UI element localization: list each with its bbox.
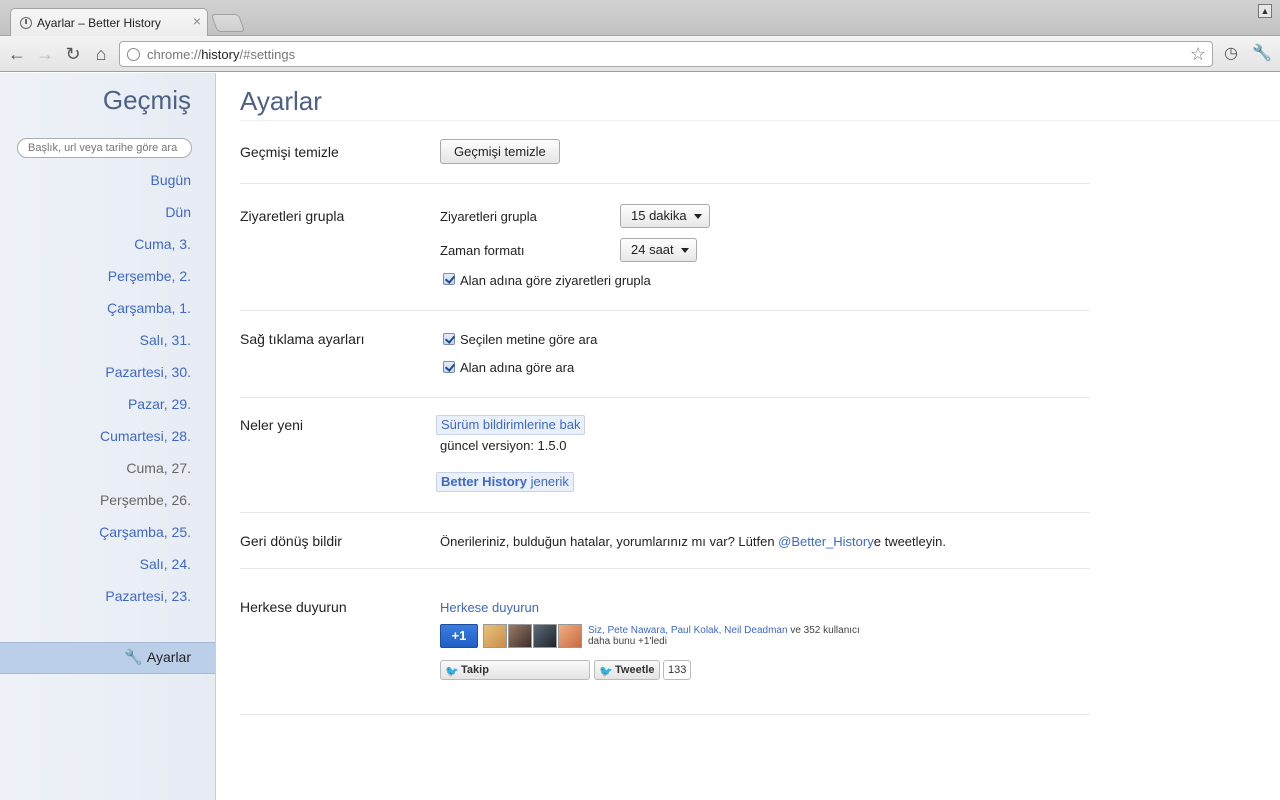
release-notes-button[interactable]: Sürüm bildirimlerine bak [436, 415, 586, 435]
tab-strip: Ayarlar – Better History × ▲ [0, 0, 1280, 37]
forward-arrow-icon[interactable]: → [34, 43, 56, 65]
section-share: Herkese duyurun Herkese duyurun +1 Siz, … [240, 569, 1090, 715]
clock-icon [20, 17, 32, 29]
section-right-click: Sağ tıklama ayarları Seçilen metine göre… [240, 311, 1090, 398]
wrench-icon: 🔧 [124, 649, 143, 666]
feedback-text: Önerileriniz, bulduğun hatalar, yorumlar… [440, 534, 946, 549]
section-label: Neler yeni [240, 417, 304, 433]
section-label: Herkese duyurun [240, 599, 347, 615]
wrench-icon[interactable]: 🔧 [1252, 44, 1272, 64]
plus-one-count-text: daha bunu +1'ledi [588, 636, 667, 647]
avatar [558, 624, 582, 648]
new-tab-button[interactable] [210, 14, 246, 32]
sidebar-day-item[interactable]: Perşembe, 26. [99, 489, 191, 521]
section-label: Ziyaretleri grupla [240, 208, 345, 224]
browser-toolbar: ← → ↻ ⌂ chrome://history/#settings ☆ ◷ 🔧 [0, 36, 1280, 72]
sidebar-day-item[interactable]: Perşembe, 2. [99, 265, 191, 297]
twitter-bird-icon: 🐦 [445, 666, 459, 678]
bookmark-star-icon[interactable]: ☆ [1190, 44, 1206, 65]
back-arrow-icon[interactable]: ← [6, 43, 28, 65]
sidebar-day-item[interactable]: Dün [99, 201, 191, 233]
twitter-handle-link[interactable]: @Better_History [778, 534, 874, 549]
sidebar-day-item[interactable]: Cuma, 27. [99, 457, 191, 489]
sidebar: Geçmiş BugünDünCuma, 3.Perşembe, 2.Çarşa… [0, 73, 216, 800]
search-input[interactable] [17, 138, 192, 158]
tab-title: Ayarlar – Better History [37, 16, 161, 30]
section-group-visits: Ziyaretleri grupla Ziyaretleri grupla 15… [240, 184, 1090, 311]
group-by-domain-label: Alan adına göre ziyaretleri grupla [460, 273, 651, 288]
group-by-domain-checkbox[interactable] [443, 273, 455, 285]
time-format-select[interactable]: 24 saat [620, 238, 697, 262]
sidebar-day-item[interactable]: Pazartesi, 23. [99, 585, 191, 617]
sidebar-day-list: Bugün Dün Cuma, 3. Perşembe, 2. Çarşamba, 1.… [99, 169, 191, 617]
section-feedback: Geri dönüş bildir Önerileriniz, bulduğun… [240, 513, 1090, 569]
section-label: Sağ tıklama ayarları [240, 331, 365, 347]
version-text: güncel versiyon: 1.5.0 [440, 438, 567, 453]
section-whats-new: Neler yeni Sürüm bildirimlerine bak günc… [240, 398, 1090, 513]
sidebar-item-label: Ayarlar [146, 649, 191, 665]
section-label: Geri dönüş bildir [240, 533, 342, 549]
page-title: Ayarlar [240, 86, 322, 116]
credits-button[interactable]: Better History jenerik [436, 472, 574, 492]
twitter-bird-icon: 🐦 [599, 666, 613, 678]
close-tab-icon[interactable]: × [193, 14, 201, 28]
section-label: Geçmişi temizle [240, 144, 339, 160]
browser-tab[interactable]: Ayarlar – Better History × [10, 8, 208, 37]
share-link[interactable]: Herkese duyurun [440, 600, 539, 615]
sidebar-title: Geçmiş [102, 85, 191, 115]
sidebar-day-item[interactable]: Salı, 31. [99, 329, 191, 361]
sidebar-item-settings[interactable]: 🔧 Ayarlar [0, 642, 215, 674]
search-selected-text-label: Seçilen metine göre ara [460, 332, 598, 347]
sidebar-day-item[interactable]: Çarşamba, 25. [99, 521, 191, 553]
address-bar[interactable]: chrome://history/#settings ☆ [119, 41, 1213, 67]
sidebar-day-item[interactable]: Çarşamba, 1. [99, 297, 191, 329]
reload-icon[interactable]: ↻ [62, 43, 84, 65]
window-resize-icon[interactable]: ▲ [1258, 4, 1272, 18]
sidebar-day-item[interactable]: Cumartesi, 28. [99, 425, 191, 457]
sidebar-day-item[interactable]: Cuma, 3. [99, 233, 191, 265]
avatar [483, 624, 507, 648]
group-visits-select[interactable]: 15 dakika [620, 204, 710, 228]
history-clock-icon[interactable]: ◷ [1221, 44, 1241, 64]
url-text: chrome://history/#settings [147, 47, 296, 62]
home-icon[interactable]: ⌂ [90, 43, 112, 65]
sidebar-day-item[interactable]: Pazartesi, 30. [99, 361, 191, 393]
globe-icon [127, 48, 140, 61]
tweet-count: 133 [663, 660, 692, 680]
sidebar-day-item[interactable]: Pazar, 29. [99, 393, 191, 425]
avatar [533, 624, 557, 648]
twitter-follow-button[interactable]: 🐦 Takip [440, 660, 590, 680]
plus-one-button[interactable]: +1 [440, 624, 478, 648]
plus-one-people: Siz, Pete Nawara, Paul Kolak, Neil Deadm… [588, 625, 860, 636]
sidebar-day-item[interactable]: Salı, 24. [99, 553, 191, 585]
avatar [508, 624, 532, 648]
section-clear-history: Geçmişi temizle Geçmişi temizle [240, 121, 1090, 184]
search-domain-checkbox[interactable] [443, 361, 455, 373]
search-domain-label: Alan adına göre ara [460, 360, 575, 375]
clear-history-button[interactable]: Geçmişi temizle [440, 139, 560, 164]
group-visits-label: Ziyaretleri grupla [440, 209, 537, 224]
search-selected-text-checkbox[interactable] [443, 333, 455, 345]
settings-panel: Ayarlar Geçmişi temizle Geçmişi temizle … [217, 73, 1280, 800]
time-format-label: Zaman formatı [440, 243, 525, 258]
tweet-button[interactable]: 🐦 Tweetle [594, 660, 660, 680]
sidebar-day-item[interactable]: Bugün [99, 169, 191, 201]
